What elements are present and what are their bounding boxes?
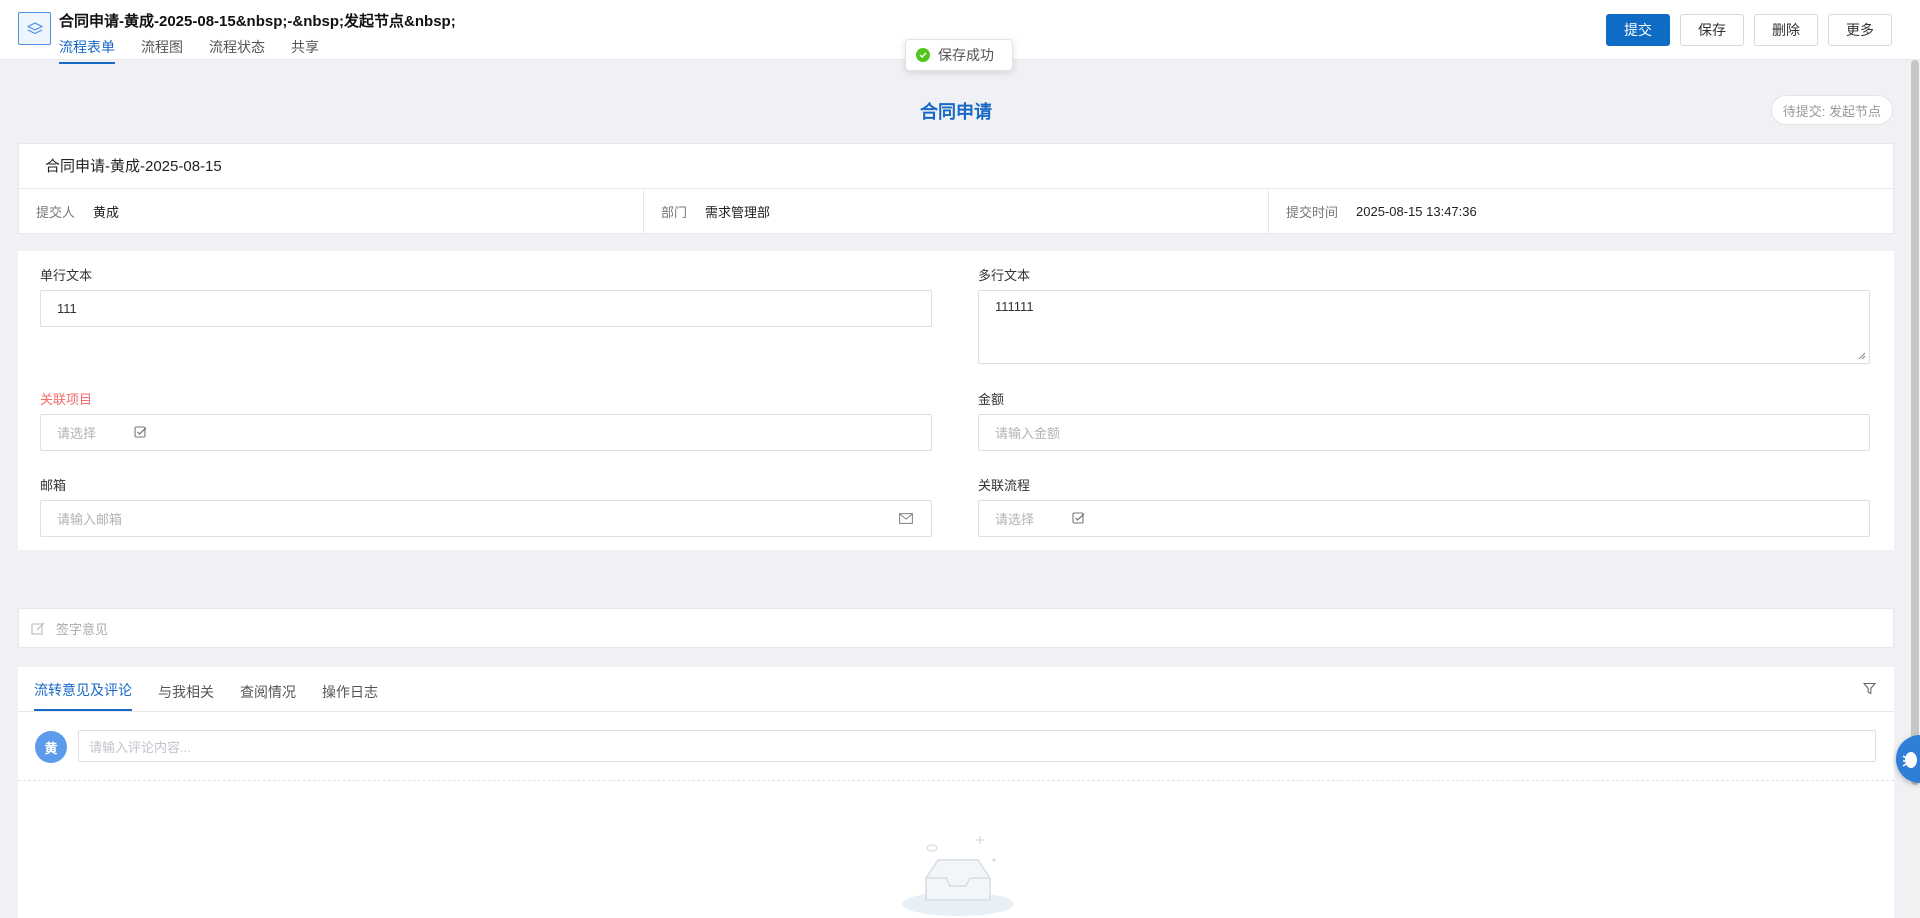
document-title: 合同申请-黄成-2025-08-15&nbsp;-&nbsp;发起节点&nbsp… — [59, 13, 456, 30]
time-value: 2025-08-15 13:47:36 — [1356, 204, 1477, 219]
resize-handle-icon[interactable] — [1858, 352, 1866, 360]
project-placeholder: 请选择 — [57, 426, 97, 441]
email-placeholder: 请输入邮箱 — [57, 512, 123, 527]
save-button[interactable]: 保存 — [1680, 14, 1744, 46]
dept-label: 部门 — [661, 205, 688, 220]
tab-share[interactable]: 共享 — [291, 37, 319, 64]
comments-card: 流转意见及评论 与我相关 查阅情况 操作日志 黄 请输入评论内容... — [18, 667, 1894, 918]
avatar: 黄 — [35, 731, 67, 763]
select-check-icon[interactable] — [1072, 512, 1085, 525]
tab-flow-comments[interactable]: 流转意见及评论 — [34, 680, 132, 711]
dept-value: 需求管理部 — [705, 205, 771, 220]
sign-placeholder: 签字意见 — [56, 621, 109, 637]
tab-operation-log[interactable]: 操作日志 — [322, 682, 378, 711]
toast-message: 保存成功 — [938, 47, 994, 63]
flow-label: 关联流程 — [978, 478, 1031, 493]
floating-helper-button[interactable] — [1896, 735, 1920, 783]
form-card: 单行文本 111 多行文本 111111 关联项目 请选择 金额 请输入金额 邮… — [18, 251, 1894, 550]
tab-related-to-me[interactable]: 与我相关 — [158, 682, 214, 711]
amount-field: 金额 请输入金额 — [978, 389, 1870, 451]
delete-button[interactable]: 删除 — [1754, 14, 1818, 46]
flow-field: 关联流程 请选择 — [978, 475, 1870, 537]
email-field: 邮箱 请输入邮箱 — [40, 475, 932, 537]
flow-placeholder: 请选择 — [995, 512, 1035, 527]
multi-text-input[interactable]: 111111 — [978, 290, 1870, 364]
select-check-icon[interactable] — [134, 426, 147, 439]
bug-icon — [1902, 752, 1917, 768]
project-field: 关联项目 请选择 — [40, 389, 932, 451]
layers-icon[interactable] — [18, 12, 51, 45]
header-tabs: 流程表单 流程图 流程状态 共享 — [59, 37, 345, 64]
comment-input[interactable]: 请输入评论内容... — [78, 730, 1876, 762]
multi-text-label: 多行文本 — [978, 268, 1031, 283]
submitter-value: 黄成 — [93, 205, 120, 220]
tab-flowchart[interactable]: 流程图 — [141, 37, 183, 64]
scrollbar-thumb[interactable] — [1911, 60, 1919, 785]
email-input[interactable]: 请输入邮箱 — [40, 500, 932, 537]
success-toast: 保存成功 — [905, 39, 1013, 71]
single-text-input[interactable]: 111 — [40, 290, 932, 327]
amount-label: 金额 — [978, 392, 1005, 407]
submit-button[interactable]: 提交 — [1606, 14, 1670, 46]
mail-icon — [899, 513, 913, 524]
project-label: 关联项目 — [40, 392, 93, 407]
tab-read-status[interactable]: 查阅情况 — [240, 682, 296, 711]
sign-opinion-box[interactable]: 签字意见 — [18, 608, 1894, 648]
tab-flow-status[interactable]: 流程状态 — [209, 37, 265, 64]
time-label: 提交时间 — [1286, 205, 1339, 220]
submitter-cell: 提交人 黄成 — [19, 189, 644, 234]
comment-row: 黄 请输入评论内容... — [18, 712, 1894, 781]
single-text-field: 单行文本 111 — [40, 265, 932, 327]
status-badge: 待提交: 发起节点 — [1770, 95, 1893, 125]
comment-tabs: 流转意见及评论 与我相关 查阅情况 操作日志 — [18, 667, 1894, 712]
info-title: 合同申请-黄成-2025-08-15 — [19, 144, 1893, 189]
submitter-label: 提交人 — [36, 205, 76, 220]
time-cell: 提交时间 2025-08-15 13:47:36 — [1269, 189, 1893, 234]
form-title: 合同申请 — [920, 102, 992, 122]
dept-cell: 部门 需求管理部 — [644, 189, 1269, 234]
info-card: 合同申请-黄成-2025-08-15 提交人 黄成 部门 需求管理部 提交时间 … — [18, 143, 1894, 234]
tab-form[interactable]: 流程表单 — [59, 37, 115, 64]
project-select[interactable]: 请选择 — [40, 414, 932, 451]
multi-text-value: 111111 — [995, 299, 1034, 314]
edit-icon — [31, 622, 45, 635]
filter-icon[interactable] — [1863, 682, 1876, 695]
multi-text-field: 多行文本 111111 — [978, 265, 1870, 364]
flow-select[interactable]: 请选择 — [978, 500, 1870, 537]
info-row: 提交人 黄成 部门 需求管理部 提交时间 2025-08-15 13:47:36 — [19, 189, 1893, 234]
header-actions: 提交 保存 删除 更多 — [1606, 14, 1892, 46]
more-button[interactable]: 更多 — [1828, 14, 1892, 46]
single-text-label: 单行文本 — [40, 268, 93, 283]
email-label: 邮箱 — [40, 478, 67, 493]
empty-box-icon — [902, 836, 1014, 916]
check-circle-icon — [916, 48, 930, 62]
amount-input[interactable]: 请输入金额 — [978, 414, 1870, 451]
